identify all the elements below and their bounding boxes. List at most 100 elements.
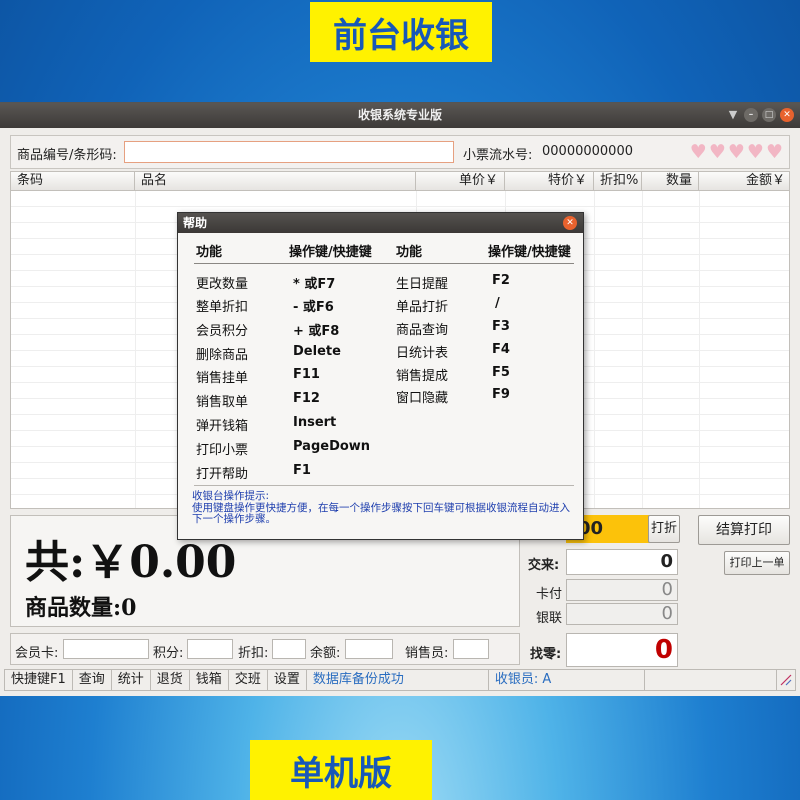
heart-icon: ♥ — [708, 141, 726, 163]
top-banner: 前台收银 — [310, 2, 492, 62]
rating-hearts: ♥ ♥ ♥ ♥ ♥ — [690, 142, 783, 162]
barcode-label: 商品编号/条形码: — [17, 148, 117, 163]
minimize-icon[interactable]: – — [744, 108, 758, 122]
unionpay-label: 银联 — [536, 611, 563, 626]
status-message: 数据库备份成功 — [307, 670, 489, 690]
close-icon[interactable]: ✕ — [780, 108, 794, 122]
col-name[interactable]: 品名 — [135, 172, 416, 191]
help-func: 销售挂单 — [196, 371, 249, 386]
table-header: 条码 品名 单价￥ 特价￥ 折扣% 数量 金额￥ — [11, 172, 789, 191]
change-label: 找零: — [530, 647, 562, 662]
card-input[interactable]: 0 — [566, 579, 678, 601]
discount-button[interactable]: 打折 — [648, 515, 680, 543]
member-card-input[interactable] — [63, 639, 149, 659]
help-key: * 或F7 — [293, 277, 336, 292]
reprint-last-button[interactable]: 打印上一单 — [724, 551, 790, 575]
help-func: 打开帮助 — [196, 467, 249, 482]
col-barcode[interactable]: 条码 — [11, 172, 135, 191]
help-func: 商品查询 — [396, 323, 449, 338]
help-key: Insert — [293, 415, 337, 430]
help-func: 会员积分 — [196, 324, 249, 339]
help-key: F11 — [293, 367, 320, 382]
close-icon[interactable]: ✕ — [563, 216, 577, 230]
resize-grip-icon[interactable] — [777, 670, 795, 690]
help-key: F1 — [293, 463, 311, 478]
member-discount-label: 折扣: — [238, 646, 269, 661]
help-tips-title: 收银台操作提示: — [192, 490, 270, 502]
heart-icon: ♥ — [765, 141, 783, 163]
help-col-func-right: 功能 — [396, 245, 423, 260]
points-label: 积分: — [153, 646, 184, 661]
heart-icon: ♥ — [727, 141, 745, 163]
help-func: 整单折扣 — [196, 300, 249, 315]
help-func: 打印小票 — [196, 443, 249, 458]
balance-label: 余额: — [310, 646, 341, 661]
search-bar: 商品编号/条形码: 小票流水号: 00000000000 ♥ ♥ ♥ ♥ ♥ — [10, 135, 790, 169]
help-key: F3 — [492, 319, 510, 334]
help-key: Delete — [293, 344, 341, 359]
help-tips: 收银台操作提示: 使用键盘操作更快捷方便，在每一个操作步骤按下回车键可根据收银流… — [192, 490, 577, 526]
checkout-print-button[interactable]: 结算打印 — [698, 515, 790, 545]
col-discount[interactable]: 折扣% — [594, 172, 642, 191]
help-func: 生日提醒 — [396, 277, 449, 292]
cash-input[interactable]: 0 — [566, 549, 678, 575]
help-dialog-title: 帮助 — [178, 213, 583, 233]
help-key: F5 — [492, 365, 510, 380]
help-func: 删除商品 — [196, 348, 249, 363]
unionpay-input[interactable]: 0 — [566, 603, 678, 625]
window-titlebar: 收银系统专业版 ▼ – □ ✕ — [0, 103, 800, 128]
help-col-func-left: 功能 — [196, 245, 223, 260]
shortcut-f1-button[interactable]: 快捷键F1 — [5, 670, 73, 690]
points-input[interactable] — [187, 639, 233, 659]
help-func: 弹开钱箱 — [196, 419, 249, 434]
help-dialog: 帮助 ✕ 功能 操作键/快捷键 功能 操作键/快捷键 更改数量 * 或F7 整单… — [177, 212, 584, 540]
cashier-name: 收银员: A — [489, 670, 645, 690]
help-key: / — [495, 296, 500, 311]
card-label: 卡付 — [536, 587, 563, 602]
shift-handover-button[interactable]: 交班 — [229, 670, 268, 690]
help-tips-body: 使用键盘操作更快捷方便，在每一个操作步骤按下回车键可根据收银流程自动进入下一个操… — [192, 501, 570, 525]
help-func: 窗口隐藏 — [396, 391, 449, 406]
col-price[interactable]: 单价￥ — [416, 172, 505, 191]
maximize-icon[interactable]: □ — [762, 108, 776, 122]
return-button[interactable]: 退货 — [151, 670, 190, 690]
member-card-label: 会员卡: — [15, 646, 59, 661]
balance-input[interactable] — [345, 639, 393, 659]
help-func: 日统计表 — [396, 346, 449, 361]
member-discount-input[interactable] — [272, 639, 306, 659]
help-func: 更改数量 — [196, 277, 249, 292]
col-qty[interactable]: 数量 — [642, 172, 699, 191]
status-bar: 快捷键F1 查询 统计 退货 钱箱 交班 设置 数据库备份成功 收银员: A — [4, 669, 796, 691]
help-func: 销售取单 — [196, 395, 249, 410]
barcode-input[interactable] — [124, 141, 454, 163]
change-value: 0 — [566, 633, 678, 667]
query-button[interactable]: 查询 — [73, 670, 112, 690]
window-title: 收银系统专业版 — [357, 108, 442, 122]
status-spacer — [645, 670, 777, 690]
help-key: - 或F6 — [293, 300, 334, 315]
receipt-no-value: 00000000000 — [542, 144, 633, 159]
help-func: 单品打折 — [396, 300, 449, 315]
help-key: + 或F8 — [293, 324, 340, 339]
col-amount[interactable]: 金额￥ — [699, 172, 789, 191]
heart-icon: ♥ — [746, 141, 764, 163]
help-key: F2 — [492, 273, 510, 288]
item-count: 商品数量:0 — [25, 595, 137, 621]
salesperson-label: 销售员: — [405, 646, 449, 661]
heart-icon: ♥ — [689, 141, 707, 163]
salesperson-input[interactable] — [453, 639, 489, 659]
settings-button[interactable]: 设置 — [268, 670, 307, 690]
cash-label: 交来: — [528, 558, 560, 573]
bottom-banner: 单机版 — [250, 740, 432, 800]
help-func: 销售提成 — [396, 369, 449, 384]
help-key: F4 — [492, 342, 510, 357]
help-key: PageDown — [293, 439, 371, 454]
help-key: F9 — [492, 387, 510, 402]
cash-drawer-button[interactable]: 钱箱 — [190, 670, 229, 690]
statistics-button[interactable]: 统计 — [112, 670, 151, 690]
help-col-key-right: 操作键/快捷键 — [488, 245, 571, 260]
col-special-price[interactable]: 特价￥ — [505, 172, 594, 191]
receipt-no-label: 小票流水号: — [463, 148, 533, 163]
help-key: F12 — [293, 391, 320, 406]
menu-arrow-icon[interactable]: ▼ — [726, 108, 740, 122]
